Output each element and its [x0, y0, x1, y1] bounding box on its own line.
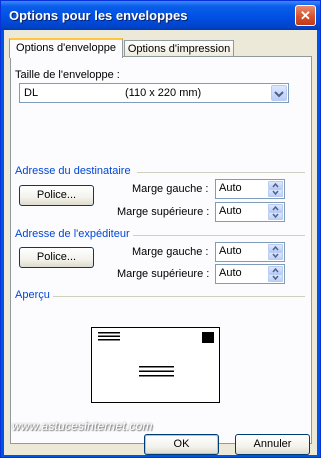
recipient-top-margin-label: Marge supérieure : [117, 206, 210, 218]
spin-up-button[interactable] [268, 266, 283, 274]
dropdown-button[interactable] [271, 85, 287, 101]
sender-top-margin-spinner[interactable]: Auto [215, 264, 285, 284]
tab-label: Options d'enveloppe [16, 42, 116, 54]
spinner-value: Auto [219, 182, 242, 194]
ok-button[interactable]: OK [144, 434, 219, 455]
tab-envelope-options[interactable]: Options d'enveloppe [9, 38, 123, 58]
button-label: Police... [36, 251, 77, 263]
arrow-up-icon [272, 182, 279, 188]
dialog-client: Options d'enveloppe Options d'impression… [4, 30, 317, 455]
spinner-value: Auto [219, 205, 242, 217]
sender-font-button[interactable]: Police... [19, 247, 94, 268]
close-button[interactable]: ✕ [295, 5, 316, 26]
envelope-preview [91, 327, 220, 403]
arrow-down-icon [272, 253, 279, 259]
spin-down-button[interactable] [268, 189, 283, 197]
spin-up-button[interactable] [268, 244, 283, 252]
tab-panel: Taille de l'enveloppe : DL (110 x 220 mm… [10, 56, 312, 444]
arrow-up-icon [272, 205, 279, 211]
recipient-left-margin-label: Marge gauche : [132, 183, 209, 195]
envelope-size-dimensions: (110 x 220 mm) [125, 87, 202, 99]
divider [53, 296, 305, 297]
spin-down-button[interactable] [268, 274, 283, 282]
button-label: Annuler [253, 438, 292, 450]
spin-down-button[interactable] [268, 252, 283, 260]
chevron-down-icon [274, 91, 284, 98]
recipient-top-margin-spinner[interactable]: Auto [215, 202, 285, 222]
window-title: Options pour les enveloppes [9, 8, 188, 23]
sender-left-margin-label: Marge gauche : [132, 246, 209, 258]
arrow-down-icon [272, 275, 279, 281]
spin-down-button[interactable] [268, 212, 283, 220]
arrow-up-icon [272, 267, 279, 273]
tab-label: Options d'impression [127, 43, 231, 55]
button-label: Police... [36, 189, 77, 201]
button-label: OK [173, 438, 190, 450]
spin-up-button[interactable] [268, 181, 283, 189]
sender-left-margin-spinner[interactable]: Auto [215, 242, 285, 262]
arrow-down-icon [272, 213, 279, 219]
close-icon: ✕ [300, 8, 311, 23]
preview-section-title: Aperçu [15, 289, 50, 301]
arrow-down-icon [272, 190, 279, 196]
sender-top-margin-label: Marge supérieure : [117, 268, 210, 280]
recipient-section-title: Adresse du destinataire [15, 165, 131, 177]
recipient-left-margin-spinner[interactable]: Auto [215, 179, 285, 199]
spinner-value: Auto [219, 267, 242, 279]
arrow-up-icon [272, 245, 279, 251]
watermark-text: www.astucesinternet.com [12, 419, 153, 433]
dialog-window: Options pour les enveloppes ✕ Options d'… [0, 0, 321, 458]
recipient-font-button[interactable]: Police... [19, 185, 94, 206]
envelope-size-select[interactable]: DL (110 x 220 mm) [19, 83, 289, 103]
sender-section-title: Adresse de l'expéditeur [15, 228, 130, 240]
spinner-value: Auto [219, 245, 242, 257]
envelope-size-label: Taille de l'enveloppe : [15, 69, 120, 81]
envelope-size-name: DL [24, 87, 39, 99]
cancel-button[interactable]: Annuler [235, 434, 310, 455]
divider [137, 172, 305, 173]
divider [133, 235, 305, 236]
title-bar[interactable]: Options pour les enveloppes ✕ [1, 1, 320, 30]
spin-up-button[interactable] [268, 204, 283, 212]
envelope-preview-graphic [98, 332, 214, 377]
